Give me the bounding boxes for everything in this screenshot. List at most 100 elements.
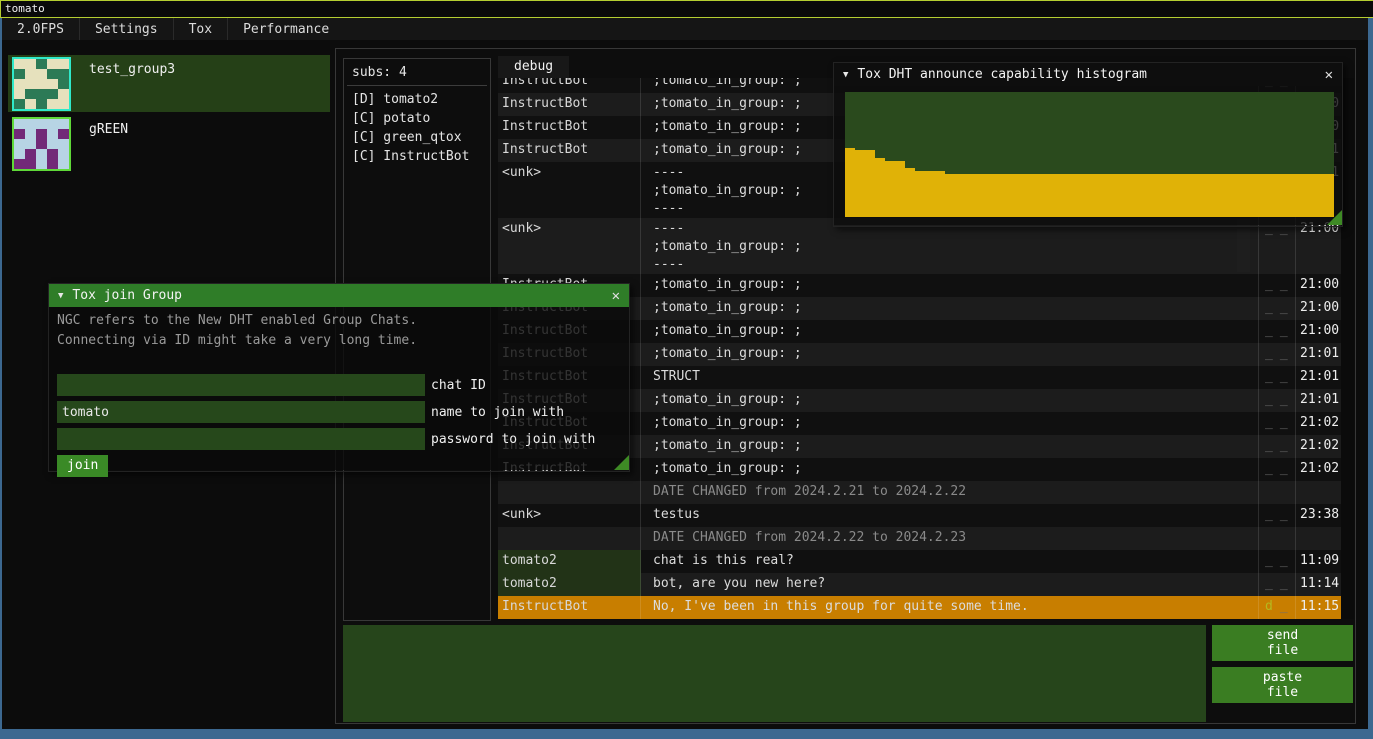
message-row: InstructBotNo, I've been in this group f… xyxy=(498,596,1341,619)
name-field[interactable] xyxy=(57,401,425,423)
histogram-bar xyxy=(1174,174,1184,217)
message-text: bot, are you new here? xyxy=(641,573,1259,596)
delivered-flag: d xyxy=(1265,599,1273,614)
message-row: tomato2bot, are you new here?__11:14 xyxy=(498,573,1341,596)
histogram-bar xyxy=(1155,174,1165,217)
histogram-bar xyxy=(855,150,865,218)
flag-placeholder: _ xyxy=(1265,392,1273,407)
sidebar-item-gREEN[interactable]: gREEN xyxy=(8,115,330,170)
histogram-bar xyxy=(895,161,905,217)
sender-name: tomato2 xyxy=(498,573,641,596)
histogram-bar xyxy=(1304,174,1314,217)
message-flags: d_ xyxy=(1259,596,1296,619)
join-group-titlebar[interactable]: ▼ Tox join Group ✕ xyxy=(49,284,629,307)
histogram-bar xyxy=(1284,174,1294,217)
histogram-bar xyxy=(965,174,975,217)
histogram-bar xyxy=(1264,174,1274,217)
member-item[interactable]: [D] tomato2 xyxy=(344,90,490,109)
flag-placeholder: _ xyxy=(1265,576,1273,591)
collapse-arrow-icon[interactable]: ▼ xyxy=(843,70,848,80)
join-group-window: ▼ Tox join Group ✕ NGC refers to the New… xyxy=(48,283,630,472)
histogram-bar xyxy=(1165,174,1175,217)
wm-border-right xyxy=(1368,18,1373,729)
flag-placeholder: _ xyxy=(1265,277,1273,292)
histogram-bar xyxy=(1234,174,1244,217)
chat-id-field-label: chat ID xyxy=(431,378,486,393)
message-flags: __ xyxy=(1259,550,1296,573)
message-time: 21:00 xyxy=(1296,320,1341,343)
message-time: 21:01 xyxy=(1296,343,1341,366)
message-time: 21:02 xyxy=(1296,412,1341,435)
message-time xyxy=(1296,527,1341,550)
histogram-bar xyxy=(875,158,885,217)
wm-titlebar: tomato xyxy=(0,0,1373,18)
chat-id-field[interactable] xyxy=(57,374,425,396)
message-flags xyxy=(1259,527,1296,550)
flag-placeholder: _ xyxy=(1280,323,1288,338)
menubar: 2.0FPSSettingsToxPerformance xyxy=(2,18,1368,40)
close-icon[interactable]: ✕ xyxy=(1322,67,1336,83)
flag-placeholder: _ xyxy=(1280,392,1288,407)
member-list: [D] tomato2[C] potato[C] green_qtox[C] I… xyxy=(344,90,490,166)
system-row: DATE CHANGED from 2024.2.21 to 2024.2.22 xyxy=(498,481,1341,504)
member-item[interactable]: [C] potato xyxy=(344,109,490,128)
join-field-row: chat ID xyxy=(57,374,486,396)
message-flags: __ xyxy=(1259,389,1296,412)
password-field[interactable] xyxy=(57,428,425,450)
menu-item-performance[interactable]: Performance xyxy=(228,22,344,37)
flag-placeholder: _ xyxy=(1265,507,1273,522)
histogram-bar xyxy=(845,148,855,217)
histogram-bar xyxy=(885,161,895,217)
histogram-bar xyxy=(1184,174,1194,217)
group-name: test_group3 xyxy=(89,62,175,112)
histogram-bar xyxy=(1135,174,1145,217)
histogram-bar xyxy=(1025,174,1035,217)
flag-placeholder: _ xyxy=(1280,553,1288,568)
paste-file-button[interactable]: paste file xyxy=(1212,667,1353,703)
resize-grip[interactable] xyxy=(614,455,629,470)
histogram-bar xyxy=(1115,174,1125,217)
fps-label: 2.0FPS xyxy=(2,22,79,37)
message-flags: __ xyxy=(1259,504,1296,527)
dht-histogram-titlebar[interactable]: ▼ Tox DHT announce capability histogram … xyxy=(834,63,1342,86)
resize-grip[interactable] xyxy=(1327,210,1342,225)
message-time: 21:01 xyxy=(1296,366,1341,389)
flag-placeholder: _ xyxy=(1280,415,1288,430)
histogram-bar xyxy=(905,168,915,217)
menu-item-settings[interactable]: Settings xyxy=(80,22,173,37)
sender-name: InstructBot xyxy=(498,78,641,93)
flag-placeholder: _ xyxy=(1280,346,1288,361)
message-flags: __ xyxy=(1259,435,1296,458)
sender-name: <unk> xyxy=(498,162,641,218)
flag-placeholder: _ xyxy=(1280,599,1288,614)
close-icon[interactable]: ✕ xyxy=(609,288,623,304)
flag-placeholder: _ xyxy=(1265,346,1273,361)
message-time: 11:15 xyxy=(1296,596,1341,619)
message-input[interactable] xyxy=(343,625,1206,722)
send-file-button[interactable]: send file xyxy=(1212,625,1353,661)
histogram-bar xyxy=(935,171,945,217)
member-item[interactable]: [C] InstructBot xyxy=(344,147,490,166)
histogram-bar xyxy=(1244,174,1254,217)
message-flags: __ xyxy=(1259,573,1296,596)
histogram-bar xyxy=(1035,174,1045,217)
sidebar-item-test_group3[interactable]: test_group3 xyxy=(8,55,330,112)
flag-placeholder: _ xyxy=(1280,277,1288,292)
message-text: ;tomato_in_group: ; xyxy=(641,297,1259,320)
sender-name: <unk> xyxy=(498,504,641,527)
message-text: DATE CHANGED from 2024.2.21 to 2024.2.22 xyxy=(641,481,1259,504)
histogram-bar xyxy=(1005,174,1015,217)
join-button[interactable]: join xyxy=(57,455,108,477)
menu-item-tox[interactable]: Tox xyxy=(174,22,227,37)
wm-border-bottom xyxy=(0,729,1373,739)
flag-placeholder: _ xyxy=(1265,438,1273,453)
flag-placeholder: _ xyxy=(1265,553,1273,568)
histogram-bar xyxy=(865,150,875,218)
message-flags: __ xyxy=(1259,366,1296,389)
histogram-bar xyxy=(925,171,935,217)
histogram-bar xyxy=(1294,174,1304,217)
member-item[interactable]: [C] green_qtox xyxy=(344,128,490,147)
tab-debug[interactable]: debug xyxy=(498,56,569,78)
message-text: ;tomato_in_group: ; xyxy=(641,274,1259,297)
collapse-arrow-icon[interactable]: ▼ xyxy=(58,291,63,301)
